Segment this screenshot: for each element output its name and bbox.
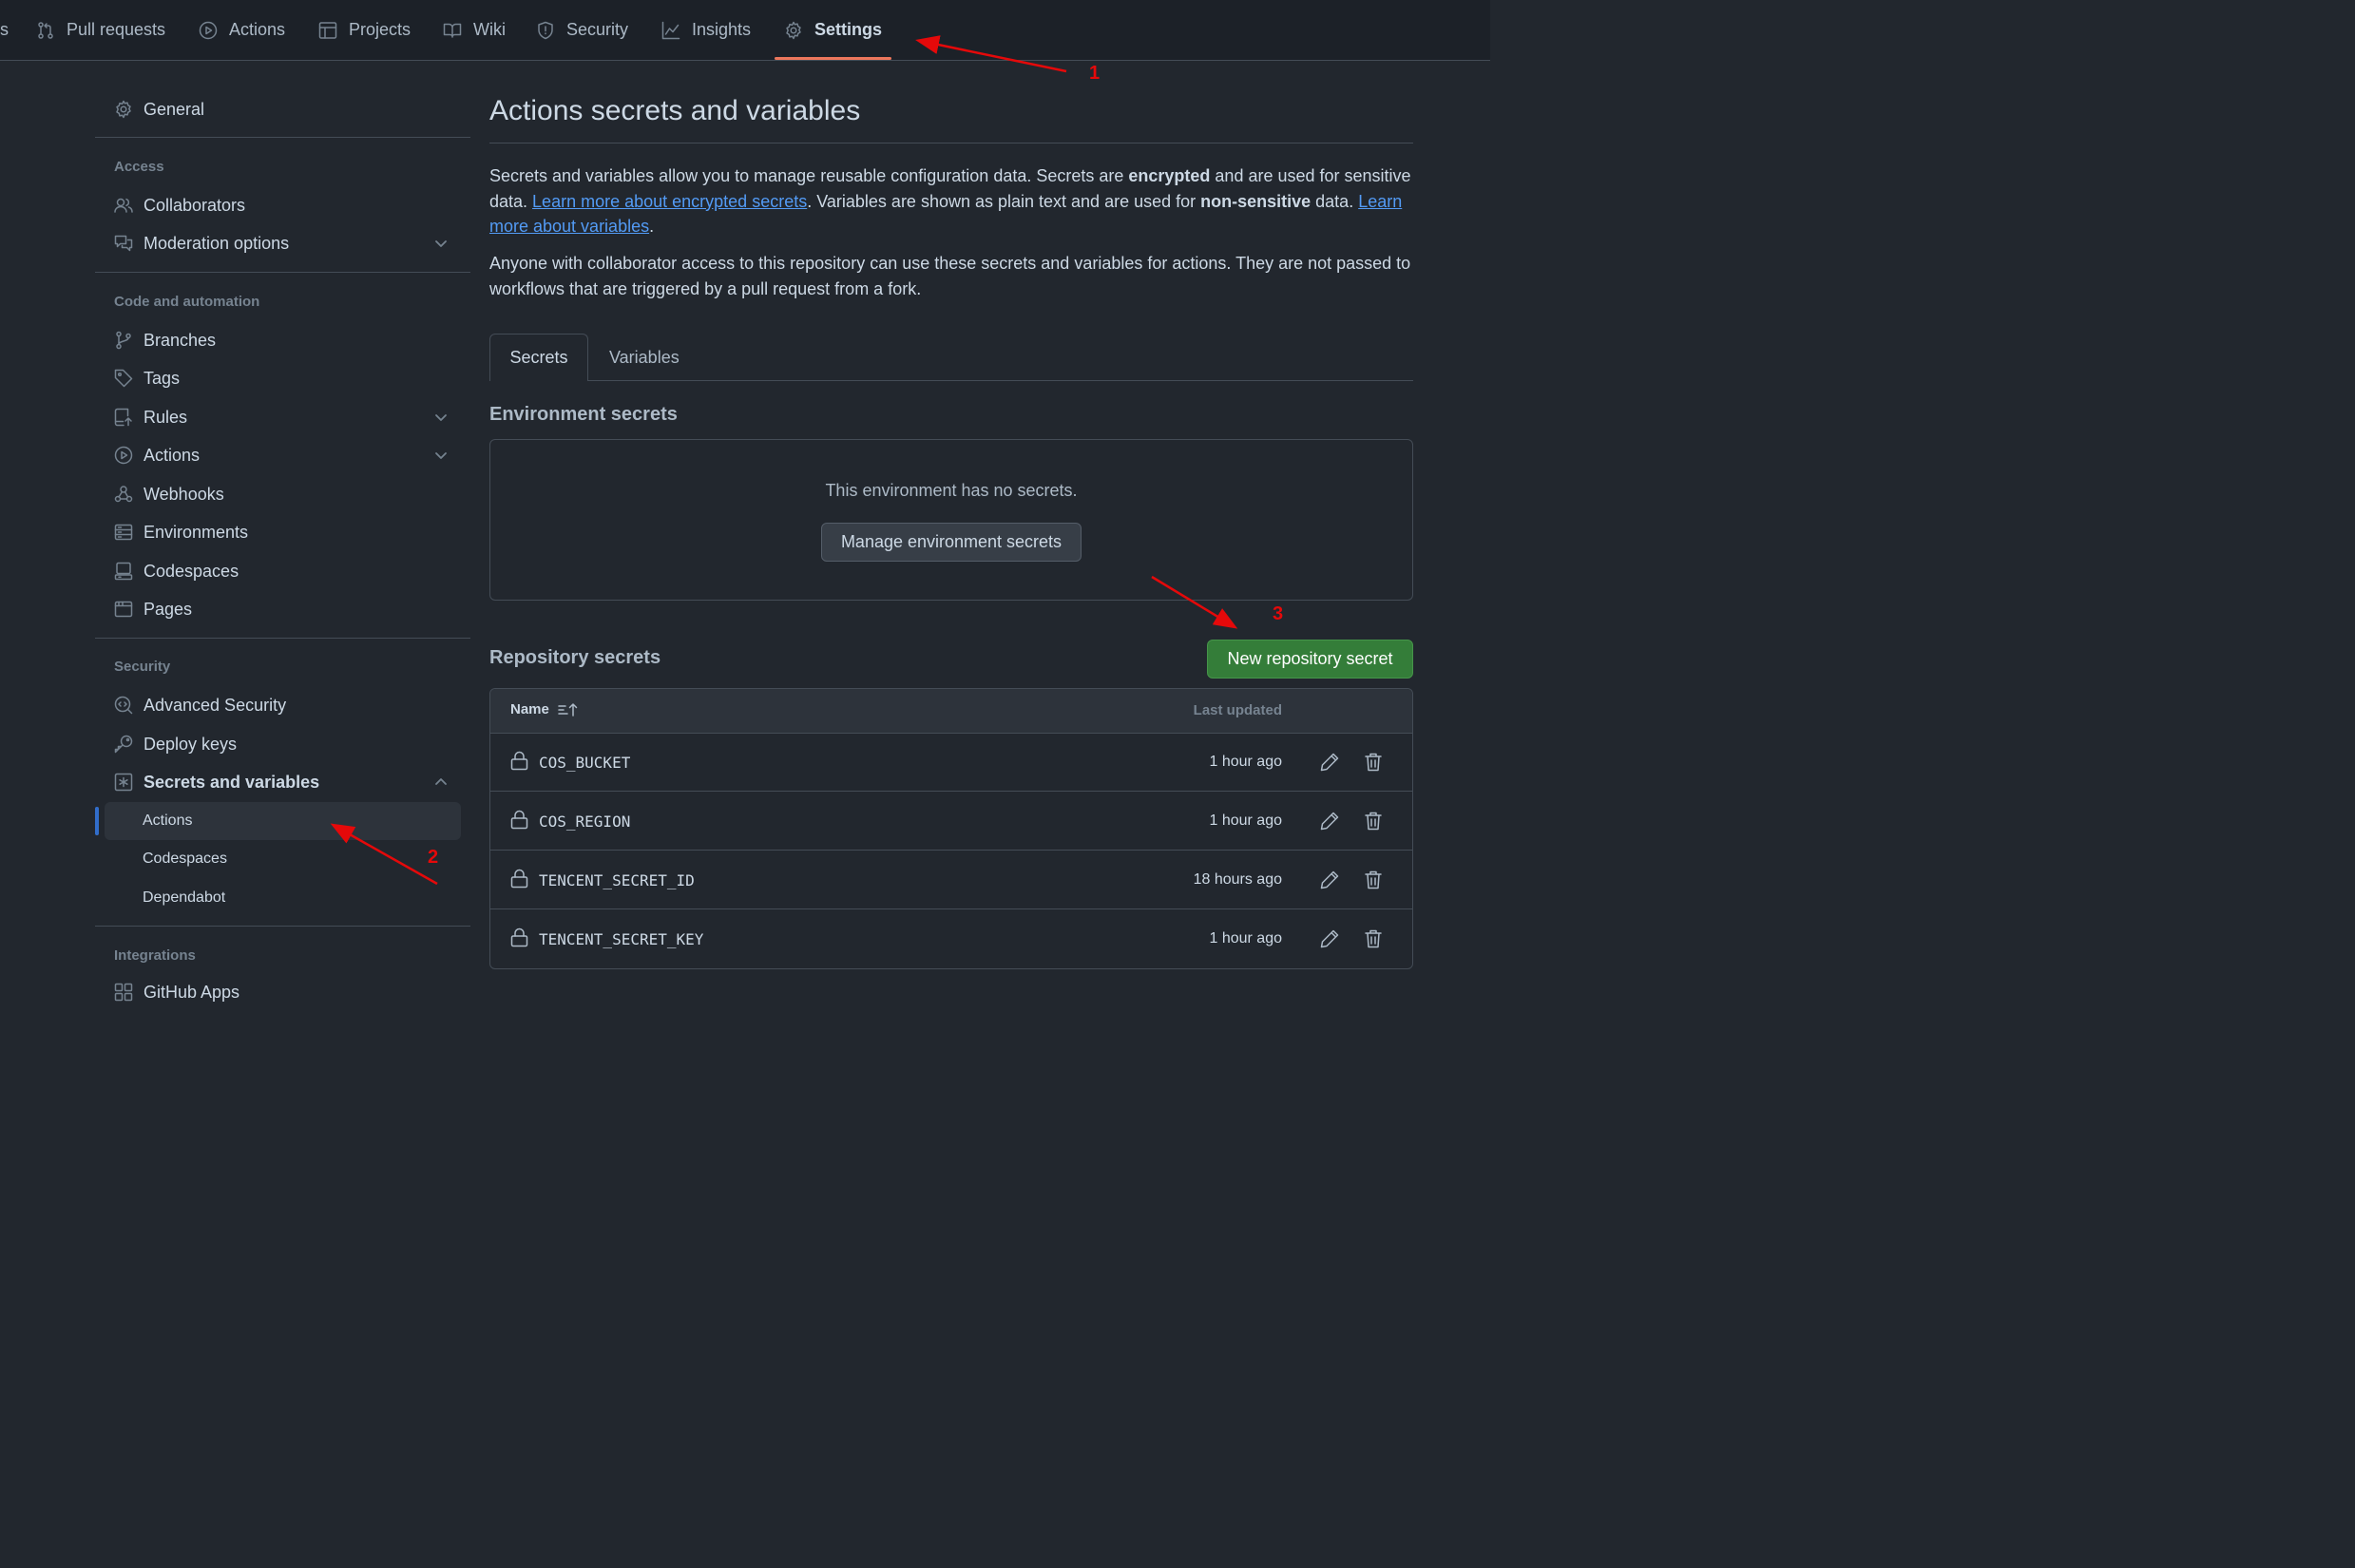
annotation-3: 3 xyxy=(1273,603,1284,624)
annotation-2: 2 xyxy=(428,847,439,868)
arrow-3 xyxy=(1151,575,1238,629)
arrow-1 xyxy=(915,35,1067,73)
annotation-1: 1 xyxy=(1089,63,1101,84)
annotation-arrows xyxy=(330,35,1238,886)
arrow-2 xyxy=(330,823,438,886)
